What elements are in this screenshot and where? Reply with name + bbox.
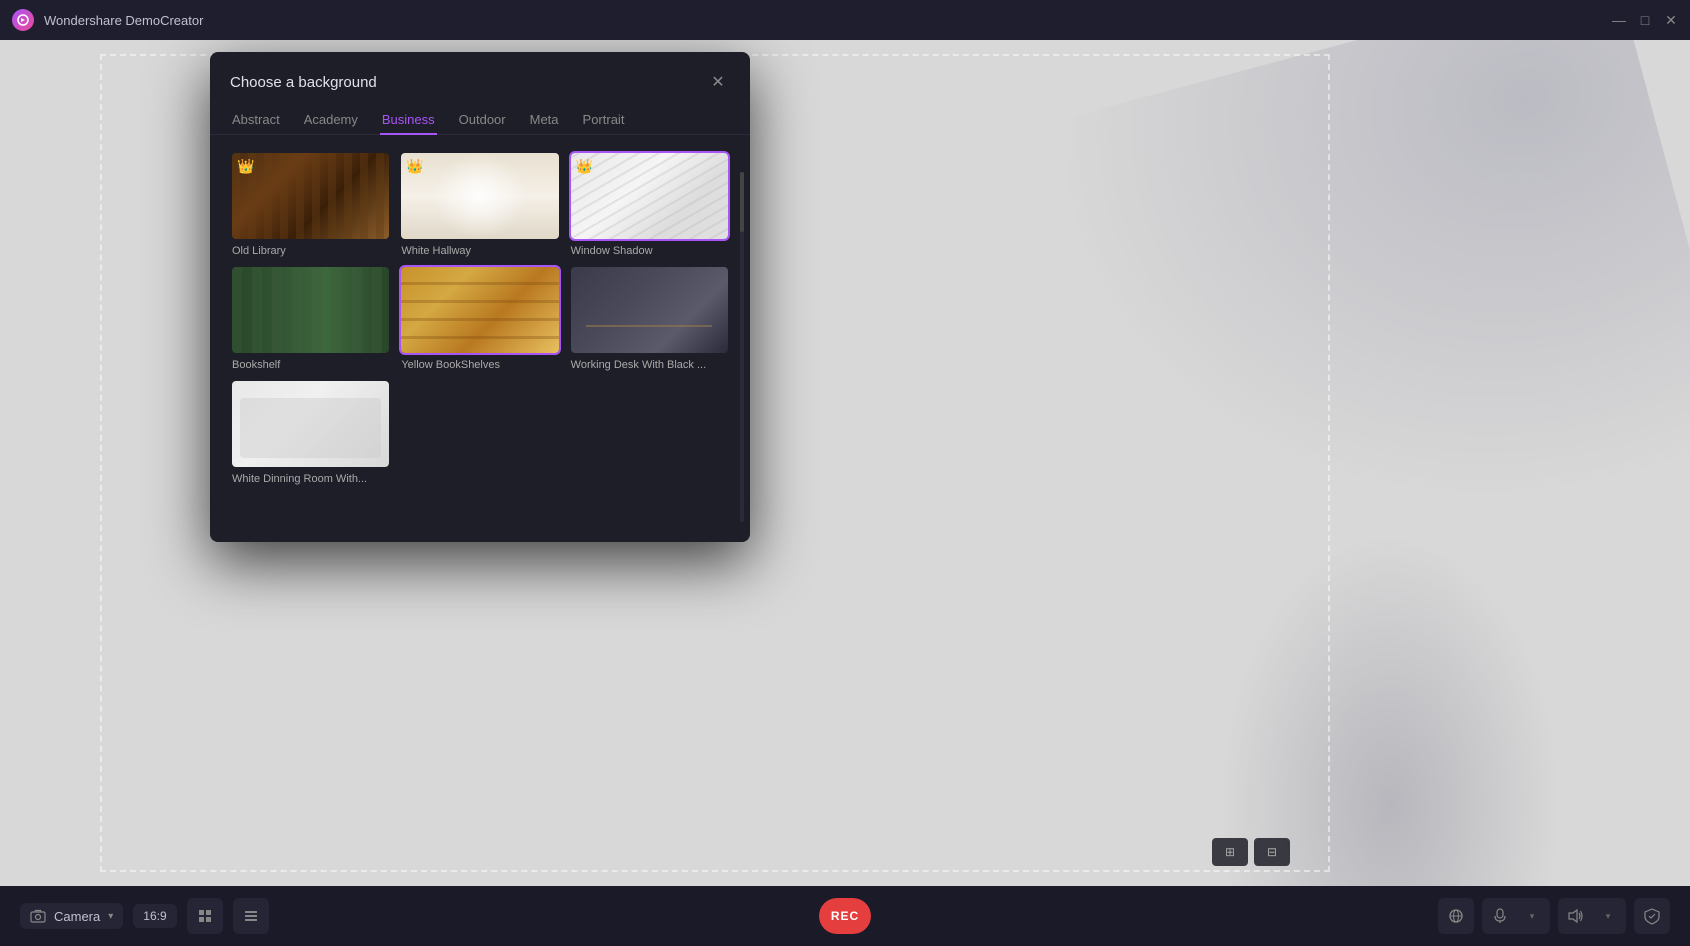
thumb-bookshelf-img — [232, 267, 389, 353]
background-item-working-desk[interactable]: Working Desk With Black ... — [569, 265, 730, 371]
bg-label-window-shadow: Window Shadow — [569, 245, 730, 257]
background-tabs: Abstract Academy Business Outdoor Meta P… — [210, 106, 750, 135]
bg-thumb-white-dining — [230, 379, 391, 469]
speaker-chevron-button[interactable]: ▾ — [1592, 900, 1624, 932]
camera-select-arrow: ▾ — [108, 911, 113, 922]
network-button[interactable] — [1438, 898, 1474, 934]
thumb-dining-img — [232, 381, 389, 467]
mic-chevron-button[interactable]: ▾ — [1516, 900, 1548, 932]
modal-close-button[interactable]: ✕ — [706, 70, 730, 94]
thumb-hallway-img — [401, 153, 558, 239]
premium-badge-shadow: 👑 — [576, 158, 593, 175]
minimize-button[interactable]: — — [1612, 13, 1626, 27]
preview-area: ⊞ ⊟ Choose a background ✕ Abstract Acade… — [0, 40, 1690, 886]
modal-scrollbar[interactable] — [740, 172, 744, 522]
camera-icon — [30, 908, 46, 924]
maximize-button[interactable]: □ — [1638, 13, 1652, 27]
camera-select-label: Camera — [54, 909, 100, 924]
background-item-window-shadow[interactable]: 👑 Window Shadow — [569, 151, 730, 257]
background-item-bookshelf[interactable]: Bookshelf — [230, 265, 391, 371]
window-controls: — □ ✕ — [1612, 13, 1678, 27]
list-icon — [243, 908, 259, 924]
app-title: Wondershare DemoCreator — [44, 13, 203, 28]
mic-control-group: ▾ — [1482, 898, 1550, 934]
dialog-overlay: Choose a background ✕ Abstract Academy B… — [0, 40, 1690, 886]
thumb-yellow-shelves-img — [401, 267, 558, 353]
rec-button[interactable]: REC — [819, 898, 871, 934]
tab-abstract[interactable]: Abstract — [230, 106, 282, 135]
bg-thumb-working-desk — [569, 265, 730, 355]
thumb-library-img — [232, 153, 389, 239]
bg-label-working-desk: Working Desk With Black ... — [569, 359, 730, 371]
mic-icon — [1493, 908, 1507, 924]
bg-thumb-yellow-bookshelves — [399, 265, 560, 355]
bg-label-white-hallway: White Hallway — [399, 245, 560, 257]
globe-icon — [1448, 908, 1464, 924]
speaker-button[interactable] — [1560, 900, 1592, 932]
background-item-white-dining[interactable]: White Dinning Room With... — [230, 379, 391, 485]
speaker-icon — [1568, 909, 1584, 923]
tab-academy[interactable]: Academy — [302, 106, 360, 135]
app-logo — [12, 9, 34, 31]
modal-header: Choose a background ✕ — [210, 52, 750, 106]
shield-icon — [1643, 907, 1661, 925]
background-grid: 👑 Old Library 👑 White Hallway — [230, 151, 730, 485]
background-item-white-hallway[interactable]: 👑 White Hallway — [399, 151, 560, 257]
bg-label-bookshelf: Bookshelf — [230, 359, 391, 371]
background-item-old-library[interactable]: 👑 Old Library — [230, 151, 391, 257]
settings-button[interactable] — [1634, 898, 1670, 934]
bottom-toolbar: Camera ▾ 16:9 REC — [0, 886, 1690, 946]
title-bar: Wondershare DemoCreator — □ ✕ — [0, 0, 1690, 40]
background-grid-container: 👑 Old Library 👑 White Hallway — [210, 135, 750, 542]
choose-background-dialog: Choose a background ✕ Abstract Academy B… — [210, 52, 750, 542]
bg-label-old-library: Old Library — [230, 245, 391, 257]
premium-badge-library: 👑 — [237, 158, 254, 175]
list-view-button[interactable] — [233, 898, 269, 934]
bg-thumb-white-hallway: 👑 — [399, 151, 560, 241]
scroll-thumb — [740, 172, 744, 232]
speaker-control-group: ▾ — [1558, 898, 1626, 934]
modal-title: Choose a background — [230, 74, 377, 91]
main-area: ⊞ ⊟ Choose a background ✕ Abstract Acade… — [0, 40, 1690, 886]
premium-badge-hallway: 👑 — [406, 158, 423, 175]
background-item-yellow-bookshelves[interactable]: Yellow BookShelves — [399, 265, 560, 371]
tab-meta[interactable]: Meta — [528, 106, 561, 135]
grid-icon — [197, 908, 213, 924]
bg-thumb-window-shadow: 👑 — [569, 151, 730, 241]
tab-portrait[interactable]: Portrait — [581, 106, 627, 135]
bg-thumb-old-library: 👑 — [230, 151, 391, 241]
camera-select[interactable]: Camera ▾ — [20, 903, 123, 929]
mic-button[interactable] — [1484, 900, 1516, 932]
close-button[interactable]: ✕ — [1664, 13, 1678, 27]
right-controls: ▾ ▾ — [1428, 898, 1670, 934]
bg-thumb-bookshelf — [230, 265, 391, 355]
ratio-button[interactable]: 16:9 — [133, 904, 176, 928]
grid-view-button[interactable] — [187, 898, 223, 934]
tab-business[interactable]: Business — [380, 106, 437, 135]
bg-label-yellow-bookshelves: Yellow BookShelves — [399, 359, 560, 371]
thumb-shadow-img — [571, 153, 728, 239]
bg-label-white-dining: White Dinning Room With... — [230, 473, 391, 485]
tab-outdoor[interactable]: Outdoor — [457, 106, 508, 135]
thumb-working-desk-img — [571, 267, 728, 353]
